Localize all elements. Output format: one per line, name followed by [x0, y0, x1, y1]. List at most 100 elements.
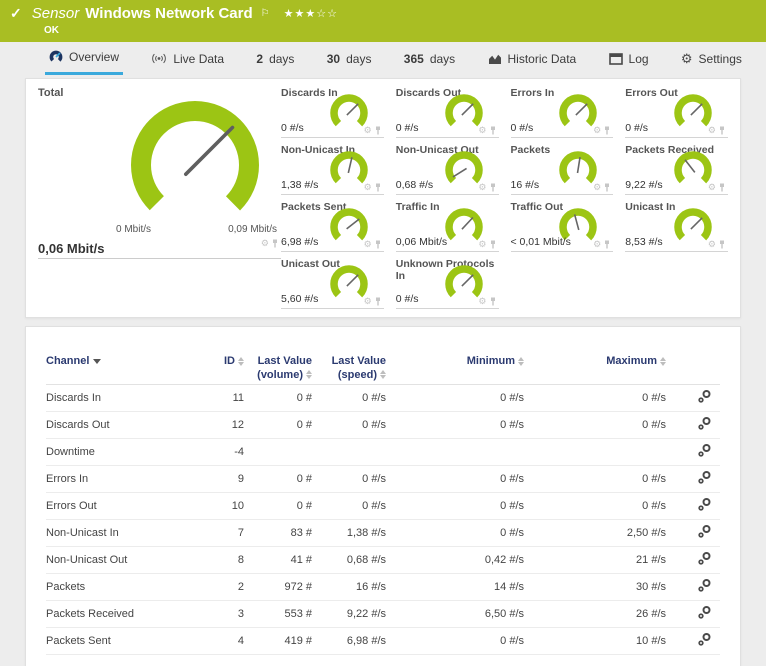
priority-stars[interactable]: ★★★☆☆	[284, 7, 338, 20]
gauge-value: 0 #/s	[395, 122, 419, 134]
pin-icon[interactable]	[718, 183, 726, 192]
pin-icon[interactable]	[718, 240, 726, 249]
tab-365-days[interactable]: 365 days	[400, 42, 459, 75]
gauge-value: 0,68 #/s	[395, 179, 434, 191]
table-row[interactable]: Discards Out 12 0 # 0 #/s 0 #/s 0 #/s	[46, 412, 720, 439]
gauge-settings-icon[interactable]: ⚙	[708, 126, 716, 135]
channel-settings-gears-icon[interactable]	[697, 416, 712, 431]
gauge-value: 6,98 #/s	[281, 236, 319, 248]
channel-settings-gears-icon[interactable]	[697, 443, 712, 458]
column-header-maximum[interactable]: Maximum	[524, 355, 666, 369]
gauge-value: 16 #/s	[510, 179, 540, 191]
table-row[interactable]: Downtime -4	[46, 439, 720, 466]
pin-icon[interactable]	[271, 239, 279, 248]
gauge-settings-icon[interactable]: ⚙	[261, 239, 269, 248]
page-title: Windows Network Card	[85, 5, 253, 22]
tab-settings[interactable]: ⚙ Settings	[677, 42, 746, 75]
last-value-speed: 0 #/s	[362, 500, 386, 512]
gauge-settings-icon[interactable]: ⚙	[364, 183, 372, 192]
column-header-channel[interactable]: Channel	[46, 355, 194, 369]
gauge-settings-icon[interactable]: ⚙	[478, 240, 486, 249]
column-header-last-value-speed[interactable]: Last Value (speed)	[312, 355, 386, 383]
pin-icon[interactable]	[489, 297, 497, 306]
column-header-id[interactable]: ID	[194, 355, 244, 369]
table-row[interactable]: Packets 2 972 # 16 #/s 14 #/s 30 #/s	[46, 574, 720, 601]
channel-settings-gears-icon[interactable]	[697, 389, 712, 404]
gauge-settings-icon[interactable]: ⚙	[708, 240, 716, 249]
table-row[interactable]: Non-Unicast In 7 83 # 1,38 #/s 0 #/s 2,5…	[46, 520, 720, 547]
gauge-settings-icon[interactable]: ⚙	[478, 126, 486, 135]
gauge-cell: Discards Out 0 #/s ⚙	[395, 87, 499, 138]
tab-label: days	[429, 51, 456, 66]
gauge-settings-icon[interactable]: ⚙	[478, 183, 486, 192]
gauge-cell: Traffic In 0,06 Mbit/s ⚙	[395, 201, 499, 252]
last-value-speed: 0,68 #/s	[346, 554, 386, 566]
pin-icon[interactable]	[374, 240, 382, 249]
table-body: Discards In 11 0 # 0 #/s 0 #/s 0 #/s Dis…	[46, 385, 720, 655]
pin-icon[interactable]	[374, 126, 382, 135]
channel-id: -4	[234, 446, 244, 458]
pin-icon[interactable]	[489, 240, 497, 249]
pin-icon[interactable]	[603, 126, 611, 135]
channel-settings-gears-icon[interactable]	[697, 524, 712, 539]
sort-desc-icon	[93, 358, 102, 364]
channel-name: Non-Unicast Out	[46, 554, 128, 566]
minimum-value: 0 #/s	[500, 635, 524, 647]
table-row[interactable]: Errors In 9 0 # 0 #/s 0 #/s 0 #/s	[46, 466, 720, 493]
tab-2-days[interactable]: 2 days	[252, 42, 298, 75]
gauge-cell: Packets 16 #/s ⚙	[510, 144, 614, 195]
channel-id: 4	[237, 635, 244, 647]
pin-icon[interactable]	[489, 183, 497, 192]
table-row[interactable]: Non-Unicast Out 8 41 # 0,68 #/s 0,42 #/s…	[46, 547, 720, 574]
channel-settings-gears-icon[interactable]	[697, 497, 712, 512]
gauge-settings-icon[interactable]: ⚙	[364, 126, 372, 135]
flag-icon[interactable]: ⚐	[261, 8, 270, 19]
gauge-settings-icon[interactable]: ⚙	[364, 240, 372, 249]
gauge-cell: Non-Unicast In 1,38 #/s ⚙	[281, 144, 384, 195]
tab-log[interactable]: Log	[605, 42, 653, 75]
gauge-total: Total 0 Mbit/s 0,09 Mbit/s 0,06 Mbit/s ⚙	[38, 87, 281, 259]
tab-30-days[interactable]: 30 days	[323, 42, 376, 75]
pin-icon[interactable]	[603, 183, 611, 192]
column-header-last-value-volume[interactable]: Last Value (volume)	[244, 355, 312, 383]
table-row[interactable]: Errors Out 10 0 # 0 #/s 0 #/s 0 #/s	[46, 493, 720, 520]
gauge-settings-icon[interactable]: ⚙	[708, 183, 716, 192]
channel-settings-gears-icon[interactable]	[697, 551, 712, 566]
pin-icon[interactable]	[489, 126, 497, 135]
minimum-value: 0 #/s	[500, 392, 524, 404]
tab-overview[interactable]: Overview	[45, 42, 124, 75]
gauge-settings-icon[interactable]: ⚙	[364, 297, 372, 306]
gauge-settings-icon[interactable]: ⚙	[593, 240, 601, 249]
channel-id: 9	[237, 473, 244, 485]
gauge-value: 8,53 #/s	[625, 236, 663, 248]
pin-icon[interactable]	[374, 183, 382, 192]
channel-settings-gears-icon[interactable]	[697, 578, 712, 593]
maximum-value: 21 #/s	[636, 554, 666, 566]
channel-settings-gears-icon[interactable]	[697, 605, 712, 620]
gauge-scale-max: 0,09 Mbit/s	[228, 224, 277, 235]
gauge-settings-icon[interactable]: ⚙	[593, 126, 601, 135]
tab-live-data[interactable]: Live Data	[147, 42, 228, 75]
gauge-cell: Unicast Out 5,60 #/s ⚙	[281, 258, 384, 309]
channel-settings-gears-icon[interactable]	[697, 632, 712, 647]
gauge-settings-icon[interactable]: ⚙	[593, 183, 601, 192]
gauge-scale-min: 0 Mbit/s	[116, 224, 152, 235]
channel-settings-gears-icon[interactable]	[697, 470, 712, 485]
last-value-speed: 0 #/s	[362, 473, 386, 485]
broadcast-icon	[152, 53, 167, 64]
tab-historic-data[interactable]: Historic Data	[484, 42, 581, 75]
total-gauge-dial	[130, 100, 259, 229]
gauge-cell: Unknown Protocols In 0 #/s ⚙	[395, 258, 499, 309]
pin-icon[interactable]	[603, 240, 611, 249]
table-row[interactable]: Packets Sent 4 419 # 6,98 #/s 0 #/s 10 #…	[46, 628, 720, 655]
last-value-volume: 972 #	[284, 581, 312, 593]
table-row[interactable]: Discards In 11 0 # 0 #/s 0 #/s 0 #/s	[46, 385, 720, 412]
status-badge: OK	[44, 25, 59, 36]
tab-label: days	[346, 51, 372, 66]
gauge-settings-icon[interactable]: ⚙	[478, 297, 486, 306]
table-row[interactable]: Packets Received 3 553 # 9,22 #/s 6,50 #…	[46, 601, 720, 628]
maximum-value: 26 #/s	[636, 608, 666, 620]
pin-icon[interactable]	[374, 297, 382, 306]
pin-icon[interactable]	[718, 126, 726, 135]
column-header-minimum[interactable]: Minimum	[386, 355, 524, 369]
